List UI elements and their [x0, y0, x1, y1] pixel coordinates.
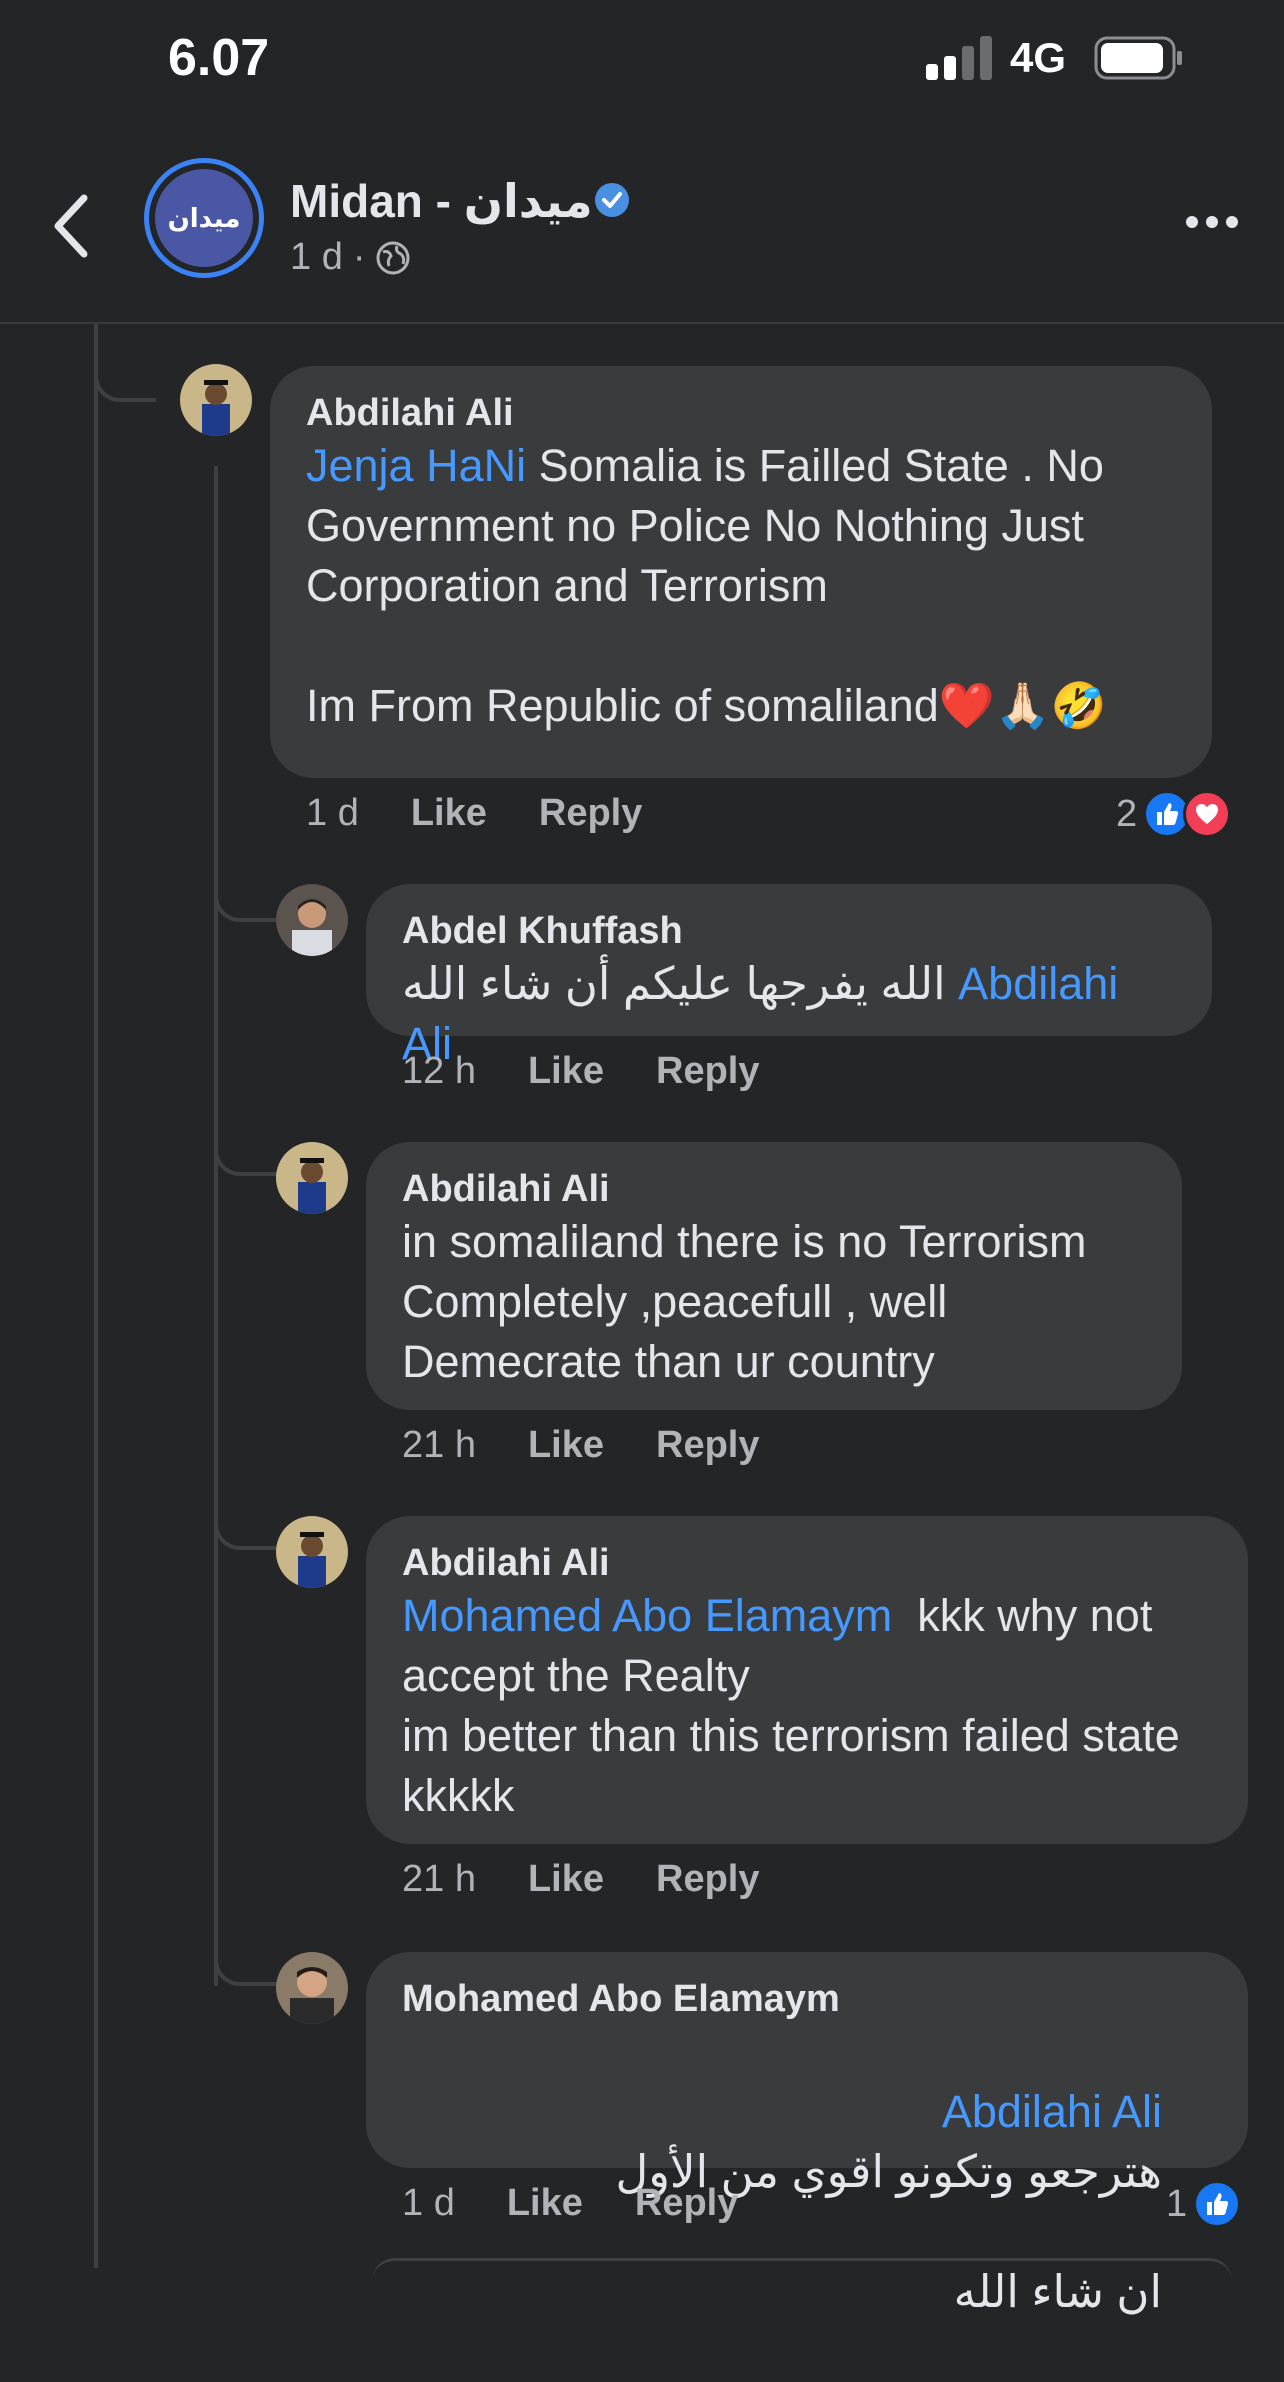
avatar[interactable] — [276, 884, 348, 956]
comment-body: الله يفرجها عليكم أن شاء الله — [402, 958, 946, 1009]
post-age: 1 d — [290, 236, 343, 278]
comment-bubble: Abdilahi Ali in somaliland there is no T… — [366, 1142, 1182, 1410]
comment-time: 21 h — [402, 1424, 476, 1466]
comment-text: Jenja HaNi Somalia is Failled State . No… — [306, 436, 1176, 736]
comment-time: 12 h — [402, 1050, 476, 1092]
comment-actions: 21 h Like Reply — [402, 1858, 760, 1901]
comment-actions: 12 h Like Reply — [402, 1050, 760, 1093]
back-icon[interactable] — [48, 190, 96, 262]
comment-actions: 1 d Like Reply — [306, 792, 642, 835]
avatar[interactable] — [276, 1516, 348, 1588]
comment-author[interactable]: Abdilahi Ali — [402, 1166, 1146, 1212]
network-label: 4G — [1010, 34, 1067, 81]
user-avatar-icon — [276, 884, 348, 956]
avatar[interactable] — [276, 1142, 348, 1214]
more-options-icon[interactable] — [1184, 214, 1240, 230]
like-button[interactable]: Like — [507, 2182, 583, 2225]
thread-line-replies — [214, 466, 218, 1986]
page-avatar-logo: ميدان — [155, 169, 253, 267]
comment-bubble: Mohamed Abo Elamaym Abdilahi Ali هترجعو … — [366, 1952, 1248, 2317]
reaction-summary[interactable]: 1 — [1166, 2180, 1242, 2228]
reply-button[interactable]: Reply — [656, 1050, 759, 1093]
comment-author[interactable]: Mohamed Abo Elamaym — [402, 1976, 1212, 2022]
reply-button[interactable]: Reply — [656, 1858, 759, 1901]
like-button[interactable]: Like — [528, 1050, 604, 1093]
like-button[interactable]: Like — [411, 792, 487, 835]
comment-time: 21 h — [402, 1858, 476, 1900]
user-avatar-icon — [276, 1142, 348, 1214]
thread-connector — [214, 1496, 282, 1550]
thread-line-outer — [94, 324, 98, 2268]
comment-mention[interactable]: Abdilahi Ali — [942, 2086, 1162, 2137]
reply-button[interactable]: Reply — [539, 792, 642, 835]
thread-connector — [214, 1932, 282, 1986]
reaction-count: 2 — [1116, 792, 1138, 835]
thread-connector — [214, 1124, 282, 1176]
reply-button[interactable]: Reply — [635, 2182, 738, 2225]
comment-actions: 1 d Like Reply — [402, 2182, 738, 2225]
signal-icon — [926, 36, 992, 80]
user-avatar-icon — [180, 364, 252, 436]
avatar[interactable] — [276, 1952, 348, 2024]
comment-text: Mohamed Abo Elamaym kkk why not accept t… — [402, 1586, 1220, 1826]
comment-author[interactable]: Abdel Khuffash — [402, 908, 1176, 954]
thread-connector — [214, 858, 282, 922]
user-avatar-icon — [276, 1952, 348, 2024]
next-comment-edge — [372, 2258, 1232, 2281]
like-button[interactable]: Like — [528, 1858, 604, 1901]
comment-author[interactable]: Abdilahi Ali — [306, 390, 1176, 436]
status-time: 6.07 — [168, 29, 270, 87]
verified-badge-icon — [595, 183, 629, 217]
comment-actions: 21 h Like Reply — [402, 1424, 760, 1467]
reaction-summary[interactable]: 2 — [1116, 790, 1232, 838]
status-bar: 6.07 4G — [0, 0, 1284, 120]
page-avatar[interactable]: ميدان — [144, 158, 264, 278]
comment-time: 1 d — [306, 792, 359, 834]
comment-author[interactable]: Abdilahi Ali — [402, 1540, 1220, 1586]
love-reaction-icon — [1183, 790, 1232, 838]
comment-time: 1 d — [402, 2182, 455, 2224]
comment-bubble: Abdel Khuffash الله يفرجها عليكم أن شاء … — [366, 884, 1212, 1069]
post-header: ميدان Midan - ميدان 1 d · — [0, 130, 1284, 324]
reaction-count: 1 — [1166, 2182, 1188, 2225]
comment-bubble: Abdilahi Ali Mohamed Abo Elamaym kkk why… — [366, 1516, 1248, 1844]
globe-icon — [376, 241, 410, 274]
like-reaction-icon — [1193, 2180, 1242, 2228]
comment-mention[interactable]: Jenja HaNi — [306, 440, 526, 491]
comment-mention[interactable]: Mohamed Abo Elamaym — [402, 1590, 892, 1641]
comment-text: in somaliland there is no Terrorism Comp… — [402, 1216, 1099, 1387]
post-meta: 1 d · — [290, 236, 411, 279]
user-avatar-icon — [276, 1516, 348, 1588]
meta-separator: · — [352, 236, 366, 278]
like-button[interactable]: Like — [528, 1424, 604, 1467]
thread-connector — [94, 324, 156, 402]
reply-button[interactable]: Reply — [656, 1424, 759, 1467]
comment-bubble: Abdilahi Ali Jenja HaNi Somalia is Faill… — [270, 366, 1212, 778]
battery-icon — [1094, 36, 1182, 80]
page-name[interactable]: Midan - ميدان — [290, 174, 593, 228]
avatar[interactable] — [180, 364, 252, 436]
